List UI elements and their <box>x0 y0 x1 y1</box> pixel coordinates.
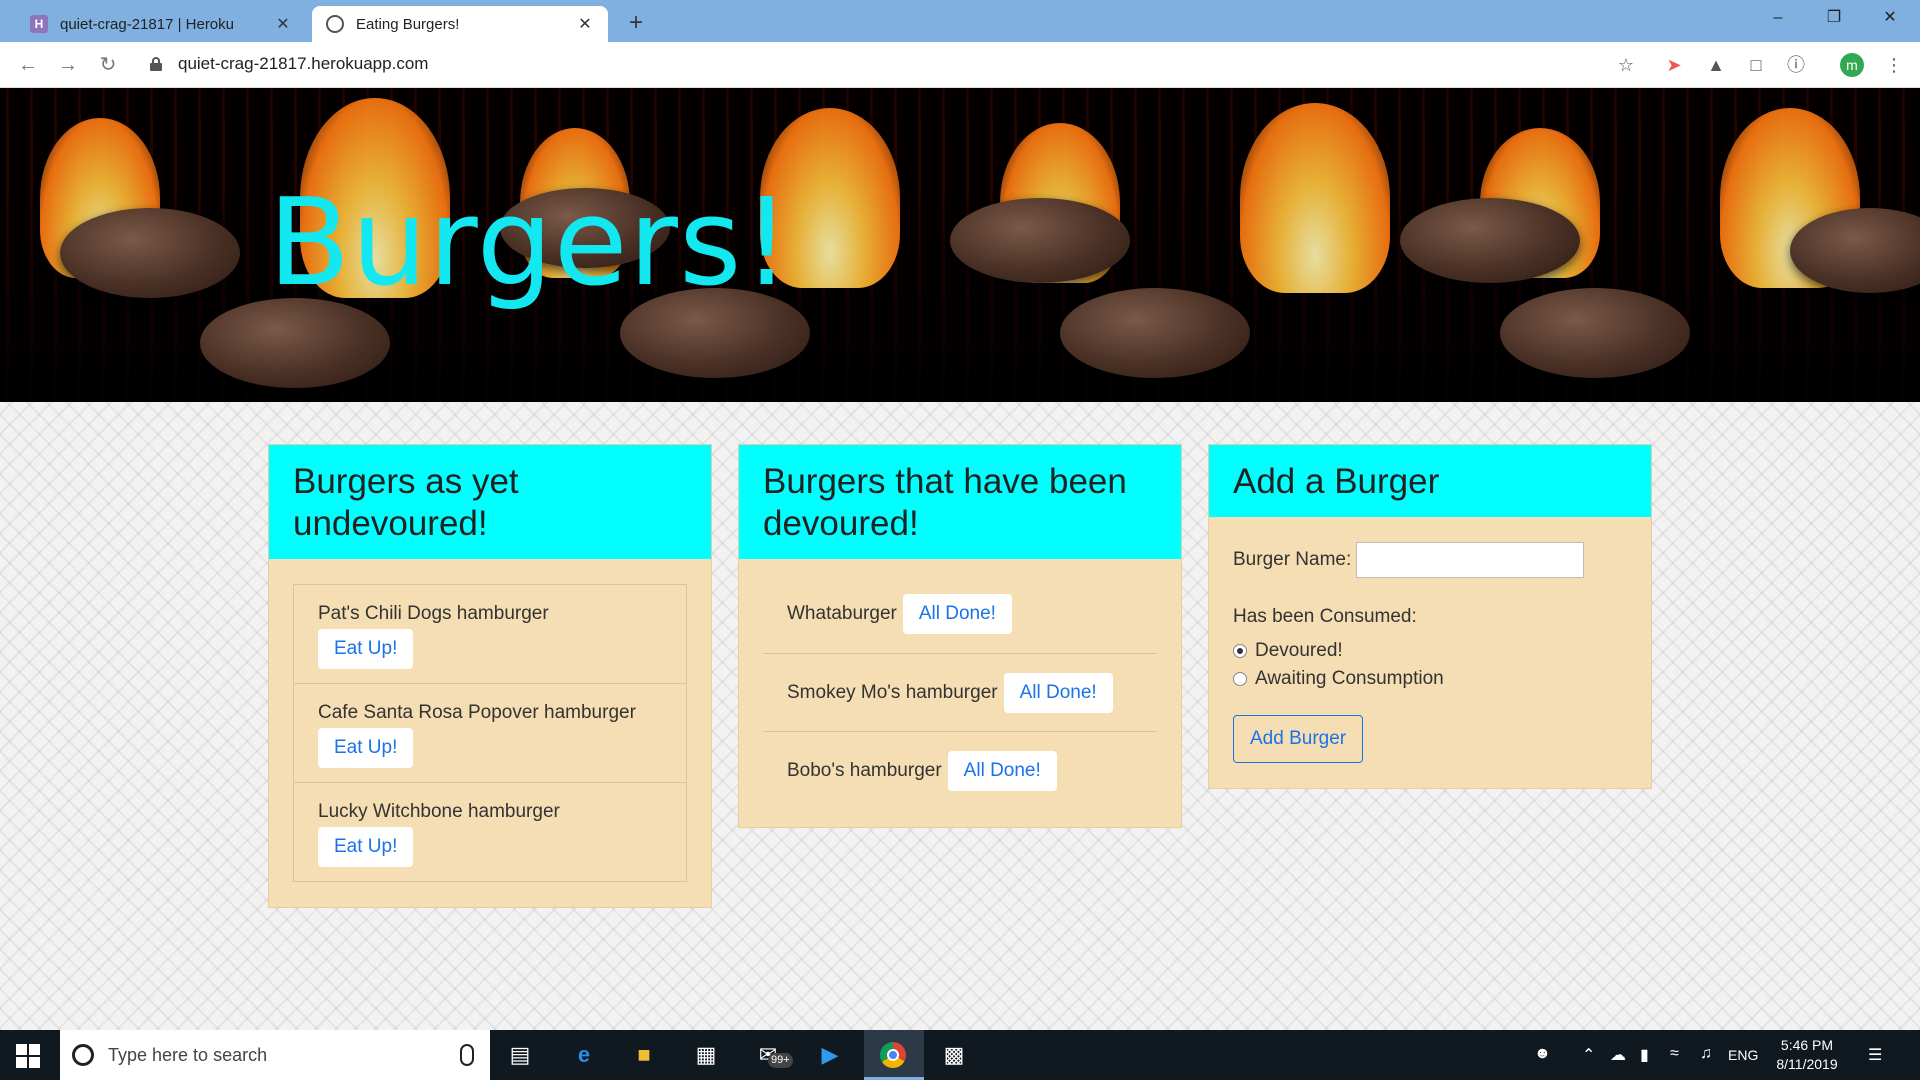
taskbar: Type here to search ▤ e ■ ▦ ✉ 99+ ▶ ▩ ☻ ⌃… <box>0 1030 1920 1080</box>
task-view-icon[interactable]: ▤ <box>504 1039 536 1071</box>
back-icon[interactable]: ← <box>14 52 42 80</box>
mail-badge: 99+ <box>768 1053 793 1068</box>
bookmark-star-icon[interactable]: ☆ <box>1614 53 1638 77</box>
add-burger-button[interactable]: Add Burger <box>1233 715 1364 763</box>
burger-name: Bobo's hamburger <box>787 759 942 781</box>
drive-icon[interactable]: ▲ <box>1704 53 1728 77</box>
all-done-button[interactable]: All Done! <box>902 594 1012 634</box>
chrome-icon <box>880 1042 906 1068</box>
restore-button[interactable]: ❐ <box>1806 0 1862 36</box>
clock[interactable]: 5:46 PM 8/11/2019 <box>1752 1036 1862 1074</box>
menu-icon[interactable]: ⋮ <box>1882 53 1906 77</box>
list-item: Bobo's hamburger All Done! <box>763 731 1157 809</box>
burger-name: Lucky Witchbone hamburger <box>318 801 560 822</box>
heroku-icon: H <box>30 15 48 33</box>
lock-icon[interactable] <box>150 57 162 71</box>
devoured-card: Burgers that have been devoured! Whatabu… <box>738 444 1182 828</box>
people-icon[interactable]: ☻ <box>1534 1045 1551 1063</box>
battery-icon[interactable]: ▮ <box>1640 1045 1649 1065</box>
url-field[interactable]: quiet-crag-21817.herokuapp.com <box>178 54 428 74</box>
notifications-icon[interactable]: ☰ <box>1868 1045 1882 1065</box>
taskbar-search[interactable]: Type here to search <box>60 1030 490 1080</box>
windows-start-icon[interactable] <box>16 1044 40 1068</box>
forward-icon[interactable]: → <box>54 52 82 80</box>
vscode-icon[interactable]: ▶ <box>814 1039 846 1071</box>
add-burger-card: Add a Burger Burger Name: Has been Consu… <box>1208 444 1652 789</box>
tab-heroku[interactable]: H quiet-crag-21817 | Heroku ✕ <box>16 6 306 42</box>
awaiting-option[interactable]: Awaiting Consumption <box>1233 668 1627 690</box>
volume-icon[interactable]: ♫ <box>1700 1045 1712 1063</box>
undevoured-card: Burgers as yet undevoured! Pat's Chili D… <box>268 444 712 908</box>
clock-time: 5:46 PM <box>1780 1037 1834 1053</box>
extension-info-icon[interactable]: ⓘ <box>1784 53 1808 77</box>
microphone-icon[interactable] <box>460 1044 474 1066</box>
list-item: Lucky Witchbone hamburger Eat Up! <box>294 782 686 881</box>
burger-name: Cafe Santa Rosa Popover hamburger <box>318 702 636 723</box>
eat-up-button[interactable]: Eat Up! <box>318 629 414 669</box>
profile-avatar[interactable]: m <box>1840 53 1864 77</box>
reload-icon[interactable]: ↻ <box>94 52 122 80</box>
eat-up-button[interactable]: Eat Up! <box>318 827 414 867</box>
all-done-button[interactable]: All Done! <box>1003 672 1113 713</box>
minimize-button[interactable]: – <box>1750 0 1806 36</box>
terminal-icon[interactable]: ▩ <box>938 1039 970 1071</box>
burger-name: Smokey Mo's hamburger <box>787 681 998 703</box>
undevoured-header: Burgers as yet undevoured! <box>269 445 711 559</box>
chrome-taskbar-item[interactable] <box>864 1030 924 1080</box>
tab-title: quiet-crag-21817 | Heroku <box>60 15 234 33</box>
devoured-radio-label: Devoured! <box>1255 640 1343 661</box>
all-done-button[interactable]: All Done! <box>947 750 1057 791</box>
new-tab-button[interactable]: + <box>620 8 652 40</box>
tab-eating-burgers[interactable]: Eating Burgers! ✕ <box>312 6 608 42</box>
address-bar: ← → ↻ quiet-crag-21817.herokuapp.com ☆ ➤… <box>0 42 1920 88</box>
burger-name-input[interactable] <box>1356 542 1585 578</box>
list-item: Pat's Chili Dogs hamburger Eat Up! <box>294 585 686 683</box>
clock-date: 8/11/2019 <box>1776 1056 1838 1072</box>
burger-name: Whataburger <box>787 603 897 624</box>
cortana-icon[interactable] <box>72 1044 94 1066</box>
page-title: Burgers! <box>268 174 792 313</box>
close-icon[interactable]: ✕ <box>576 14 594 34</box>
list-item: Smokey Mo's hamburger All Done! <box>763 653 1157 731</box>
devoured-radio[interactable] <box>1233 644 1247 658</box>
onedrive-icon[interactable]: ☁ <box>1610 1045 1626 1065</box>
store-icon[interactable]: ▦ <box>690 1039 722 1071</box>
browser-tab-bar: H quiet-crag-21817 | Heroku ✕ Eating Bur… <box>0 0 1920 42</box>
devoured-option[interactable]: Devoured! <box>1233 640 1627 662</box>
grill-banner-image: Burgers! <box>0 88 1920 402</box>
screenshot-icon[interactable]: □ <box>1744 53 1768 77</box>
show-hidden-icons[interactable]: ⌃ <box>1582 1045 1595 1065</box>
close-icon[interactable]: ✕ <box>274 14 292 34</box>
mail-icon[interactable]: ✉ 99+ <box>752 1039 793 1071</box>
devoured-header: Burgers that have been devoured! <box>739 445 1181 559</box>
eat-up-button[interactable]: Eat Up! <box>318 728 414 768</box>
search-placeholder: Type here to search <box>108 1044 268 1065</box>
list-item: Cafe Santa Rosa Popover hamburger Eat Up… <box>294 683 686 782</box>
globe-icon <box>326 15 344 33</box>
undevoured-list: Pat's Chili Dogs hamburger Eat Up! Cafe … <box>293 584 687 882</box>
page-content: Burgers! Burgers as yet undevoured! Pat'… <box>0 88 1920 1030</box>
add-burger-header: Add a Burger <box>1209 445 1651 517</box>
consumed-label: Has been Consumed: <box>1233 606 1417 627</box>
tab-title: Eating Burgers! <box>356 15 460 33</box>
file-explorer-icon[interactable]: ■ <box>628 1039 660 1071</box>
burger-name: Pat's Chili Dogs hamburger <box>318 603 549 624</box>
close-window-button[interactable]: ✕ <box>1862 0 1918 36</box>
list-item: Whataburger All Done! <box>763 575 1157 653</box>
burger-name-label: Burger Name: <box>1233 549 1352 570</box>
awaiting-radio[interactable] <box>1233 672 1247 686</box>
edge-icon[interactable]: e <box>568 1039 600 1071</box>
wifi-icon[interactable]: ≈ <box>1670 1045 1679 1063</box>
extension-icon[interactable]: ➤ <box>1662 53 1686 77</box>
awaiting-radio-label: Awaiting Consumption <box>1255 668 1444 689</box>
